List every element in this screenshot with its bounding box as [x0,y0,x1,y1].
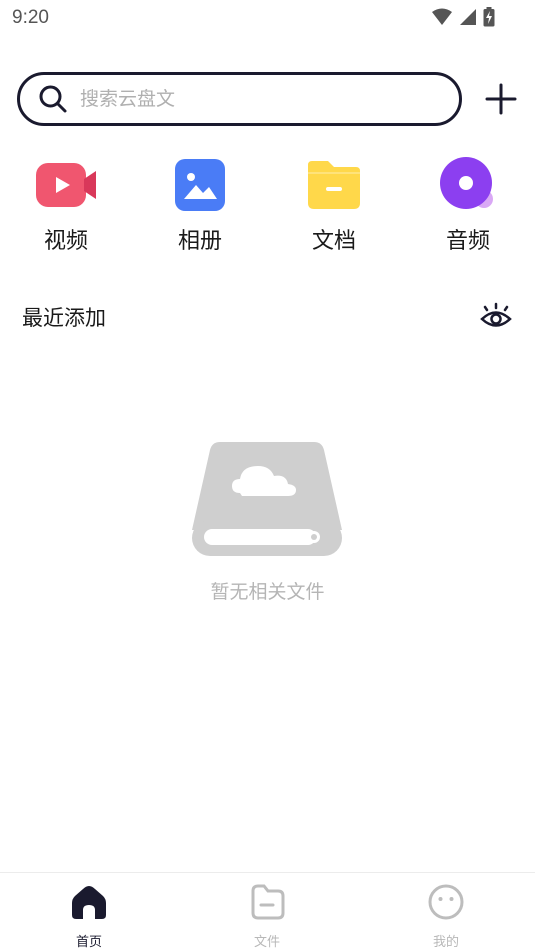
status-bar: 9:20 [0,0,535,36]
category-label: 视频 [43,229,88,254]
search-icon [39,85,67,113]
category-label: 相册 [177,229,222,254]
eye-icon[interactable] [479,302,513,330]
audio-disc-icon [440,157,493,209]
cloud-drive-icon [192,442,342,556]
recent-section-title: 最近添加 [22,306,106,330]
category-label: 音频 [445,229,490,254]
home-icon [72,886,106,919]
nav-files[interactable]: 文件 [222,883,312,950]
document-folder-icon [308,161,360,209]
video-icon [36,163,96,207]
category-label: 文档 [311,229,356,254]
plus-icon[interactable] [484,82,518,116]
category-row: 视频 相册 文档 音频 [0,155,535,255]
nav-label: 我的 [432,935,459,950]
signal-icon [460,9,476,25]
album-icon [175,159,225,211]
wifi-icon [432,8,452,25]
nav-me[interactable]: 我的 [401,883,491,950]
bottom-nav: 首页 文件 我的 [0,872,535,951]
file-icon [251,884,285,920]
status-time: 9:20 [12,7,49,28]
smiley-icon [428,884,464,920]
search-bar[interactable] [17,72,462,126]
category-video[interactable]: 视频 [16,155,116,255]
category-album[interactable]: 相册 [150,155,250,255]
empty-state-text: 暂无相关文件 [210,581,325,603]
category-documents[interactable]: 文档 [284,155,384,255]
nav-label: 文件 [253,935,280,950]
nav-label: 首页 [75,935,102,950]
status-icons [431,7,495,27]
category-audio[interactable]: 音频 [418,155,518,255]
search-input[interactable] [80,88,420,110]
battery-charging-icon [483,7,495,27]
nav-home[interactable]: 首页 [44,883,134,950]
